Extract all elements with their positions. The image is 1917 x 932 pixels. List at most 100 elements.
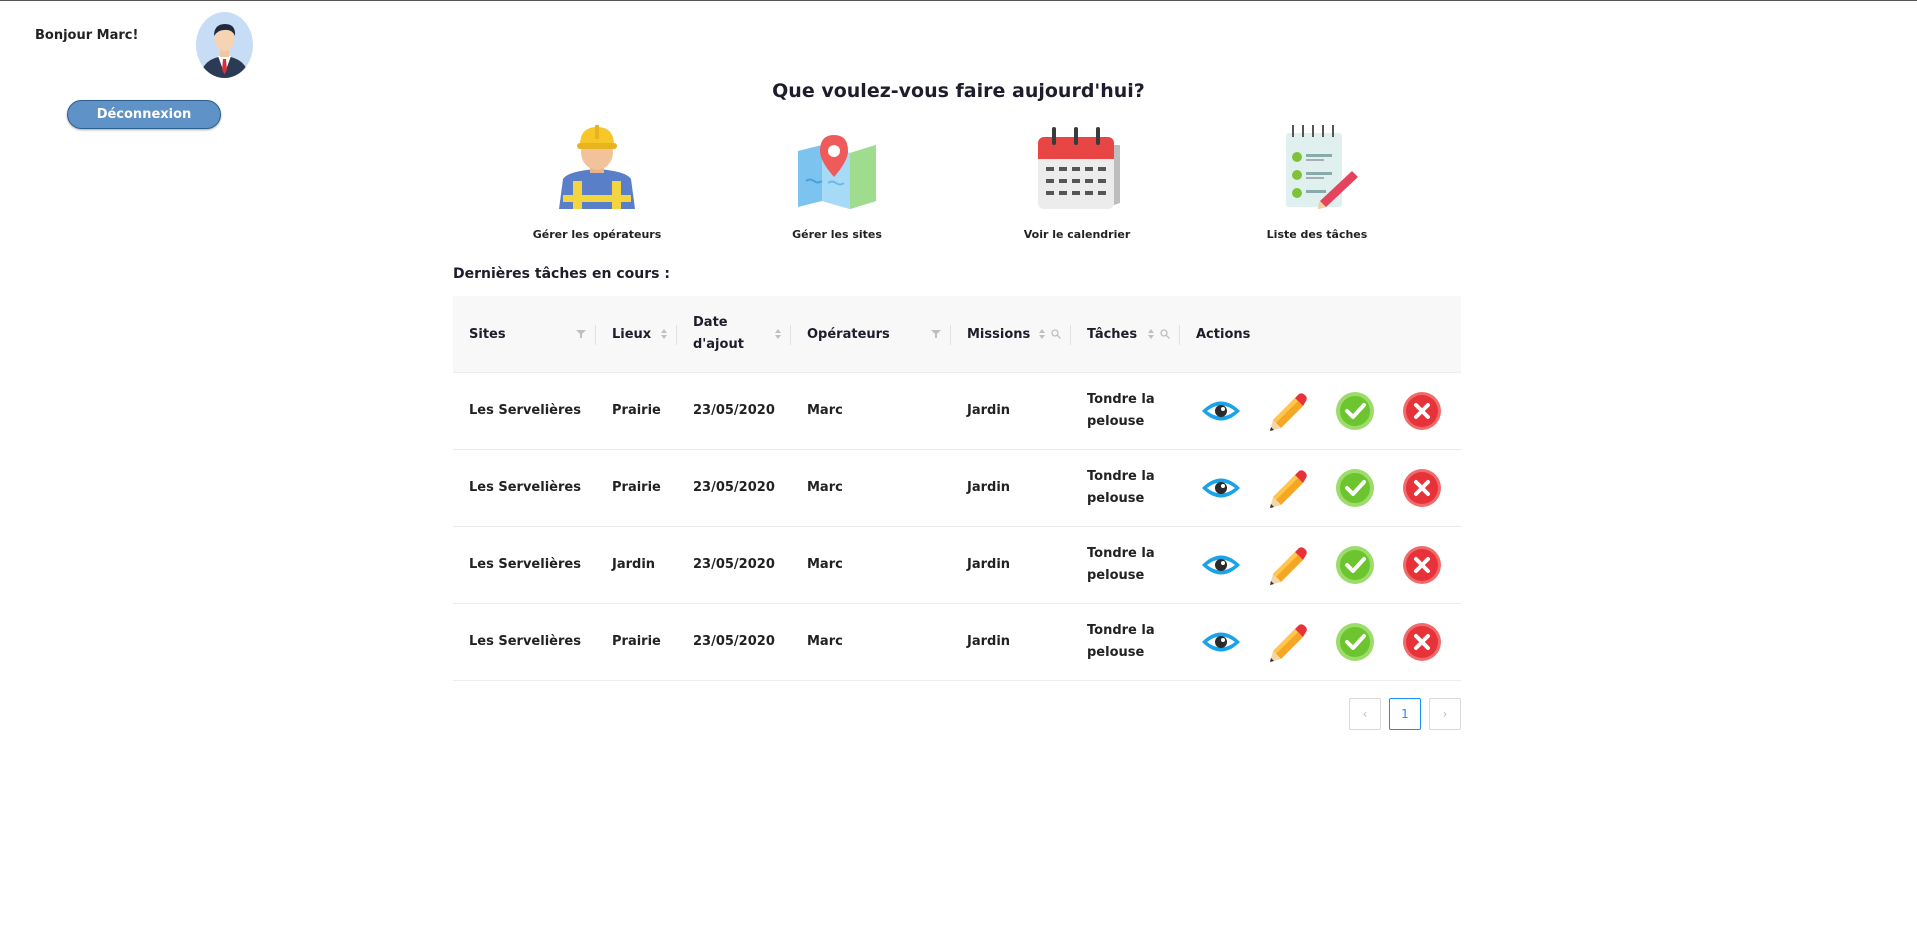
cell-mission: Jardin (967, 480, 1011, 495)
cell-tache: Tondre la pelouse (1087, 623, 1155, 660)
edit-button[interactable] (1267, 390, 1309, 432)
manage-sites-action[interactable]: Gérer les sites (747, 121, 927, 241)
edit-icon (1270, 393, 1307, 431)
row-actions (1180, 621, 1461, 663)
cell-lieu: Prairie (612, 480, 661, 495)
cell-site: Les Servelières (469, 634, 581, 649)
sort-icon[interactable] (1039, 329, 1045, 339)
delete-button[interactable] (1401, 621, 1443, 663)
cell-operateur: Marc (807, 634, 843, 649)
edit-icon (1270, 624, 1307, 662)
search-icon[interactable] (1160, 329, 1170, 339)
tasks-table: Sites Lieux Date d'ajout Opérateurs Missi… (453, 296, 1461, 681)
view-button[interactable] (1200, 390, 1242, 432)
column-header-lieux[interactable]: Lieux (596, 296, 677, 372)
cell-tache: Tondre la pelouse (1087, 546, 1155, 583)
column-label: Date d'ajout (693, 315, 744, 352)
task-list-action[interactable]: Liste des tâches (1227, 121, 1407, 241)
cell-operateur: Marc (807, 480, 843, 495)
cell-operateur: Marc (807, 403, 843, 418)
worker-icon (559, 125, 635, 209)
cell-lieu: Prairie (612, 403, 661, 418)
checklist-icon (1286, 125, 1358, 209)
edit-button[interactable] (1267, 544, 1309, 586)
table-row: Les Servelières Jardin 23/05/2020 Marc J… (453, 527, 1461, 604)
cell-lieu: Jardin (612, 557, 656, 572)
sort-icon[interactable] (1148, 329, 1154, 339)
delete-icon (1403, 392, 1441, 430)
validate-button[interactable] (1334, 621, 1376, 663)
view-button[interactable] (1200, 621, 1242, 663)
next-page-button[interactable]: › (1429, 698, 1461, 730)
view-icon (1202, 555, 1240, 575)
edit-icon (1270, 547, 1307, 585)
edit-button[interactable] (1267, 467, 1309, 509)
validate-button[interactable] (1334, 544, 1376, 586)
cell-mission: Jardin (967, 403, 1011, 418)
delete-icon (1403, 469, 1441, 507)
view-button[interactable] (1200, 544, 1242, 586)
section-title: Dernières tâches en cours : (453, 266, 670, 282)
pagination: ‹ 1 › (1349, 698, 1461, 730)
column-header-sites[interactable]: Sites (453, 296, 596, 372)
cell-site: Les Servelières (469, 557, 581, 572)
column-label: Sites (469, 326, 506, 342)
view-button[interactable] (1200, 467, 1242, 509)
cell-date: 23/05/2020 (693, 480, 775, 495)
column-label: Actions (1196, 326, 1251, 342)
edit-button[interactable] (1267, 621, 1309, 663)
column-header-operateurs[interactable]: Opérateurs (791, 296, 951, 372)
prev-page-button[interactable]: ‹ (1349, 698, 1381, 730)
sort-icon[interactable] (775, 329, 781, 339)
table-body: Les Servelières Prairie 23/05/2020 Marc … (453, 373, 1461, 681)
delete-icon (1403, 546, 1441, 584)
cell-date: 23/05/2020 (693, 634, 775, 649)
view-icon (1202, 478, 1240, 498)
table-row: Les Servelières Prairie 23/05/2020 Marc … (453, 450, 1461, 527)
user-avatar (196, 12, 253, 78)
delete-button[interactable] (1401, 544, 1443, 586)
manage-operators-action[interactable]: Gérer les opérateurs (507, 121, 687, 241)
row-actions (1180, 467, 1461, 509)
task-list-label: Liste des tâches (1266, 228, 1368, 241)
map-icon (798, 135, 876, 209)
page-title: Que voulez-vous faire aujourd'hui? (772, 80, 1145, 102)
table-row: Les Servelières Prairie 23/05/2020 Marc … (453, 373, 1461, 450)
cell-site: Les Servelières (469, 403, 581, 418)
search-icon[interactable] (1051, 329, 1061, 339)
manage-operators-label: Gérer les opérateurs (532, 228, 662, 241)
greeting-text: Bonjour Marc! (35, 28, 139, 43)
delete-button[interactable] (1401, 390, 1443, 432)
sort-icon[interactable] (661, 329, 667, 339)
calendar-label: Voir le calendrier (1023, 228, 1131, 241)
logout-button[interactable]: Déconnexion (67, 100, 221, 129)
row-actions (1180, 544, 1461, 586)
delete-icon (1403, 623, 1441, 661)
calendar-icon (1038, 127, 1120, 209)
column-header-missions[interactable]: Missions (951, 296, 1071, 372)
filter-icon[interactable] (931, 329, 941, 339)
filter-icon[interactable] (576, 329, 586, 339)
column-label: Opérateurs (807, 326, 890, 342)
calendar-action[interactable]: Voir le calendrier (987, 121, 1167, 241)
view-icon (1202, 401, 1240, 421)
column-header-date[interactable]: Date d'ajout (677, 296, 791, 372)
table-header: Sites Lieux Date d'ajout Opérateurs Missi… (453, 296, 1461, 373)
cell-lieu: Prairie (612, 634, 661, 649)
cell-site: Les Servelières (469, 480, 581, 495)
column-header-actions: Actions (1180, 296, 1461, 372)
column-label: Missions (967, 326, 1031, 342)
row-actions (1180, 390, 1461, 432)
validate-icon (1336, 623, 1374, 661)
validate-button[interactable] (1334, 467, 1376, 509)
page-1-button[interactable]: 1 (1389, 698, 1421, 730)
validate-icon (1336, 392, 1374, 430)
cell-date: 23/05/2020 (693, 557, 775, 572)
manage-sites-label: Gérer les sites (792, 228, 882, 241)
column-header-taches[interactable]: Tâches (1071, 296, 1180, 372)
delete-button[interactable] (1401, 467, 1443, 509)
validate-button[interactable] (1334, 390, 1376, 432)
cell-mission: Jardin (967, 557, 1011, 572)
cell-tache: Tondre la pelouse (1087, 469, 1155, 506)
edit-icon (1270, 470, 1307, 508)
